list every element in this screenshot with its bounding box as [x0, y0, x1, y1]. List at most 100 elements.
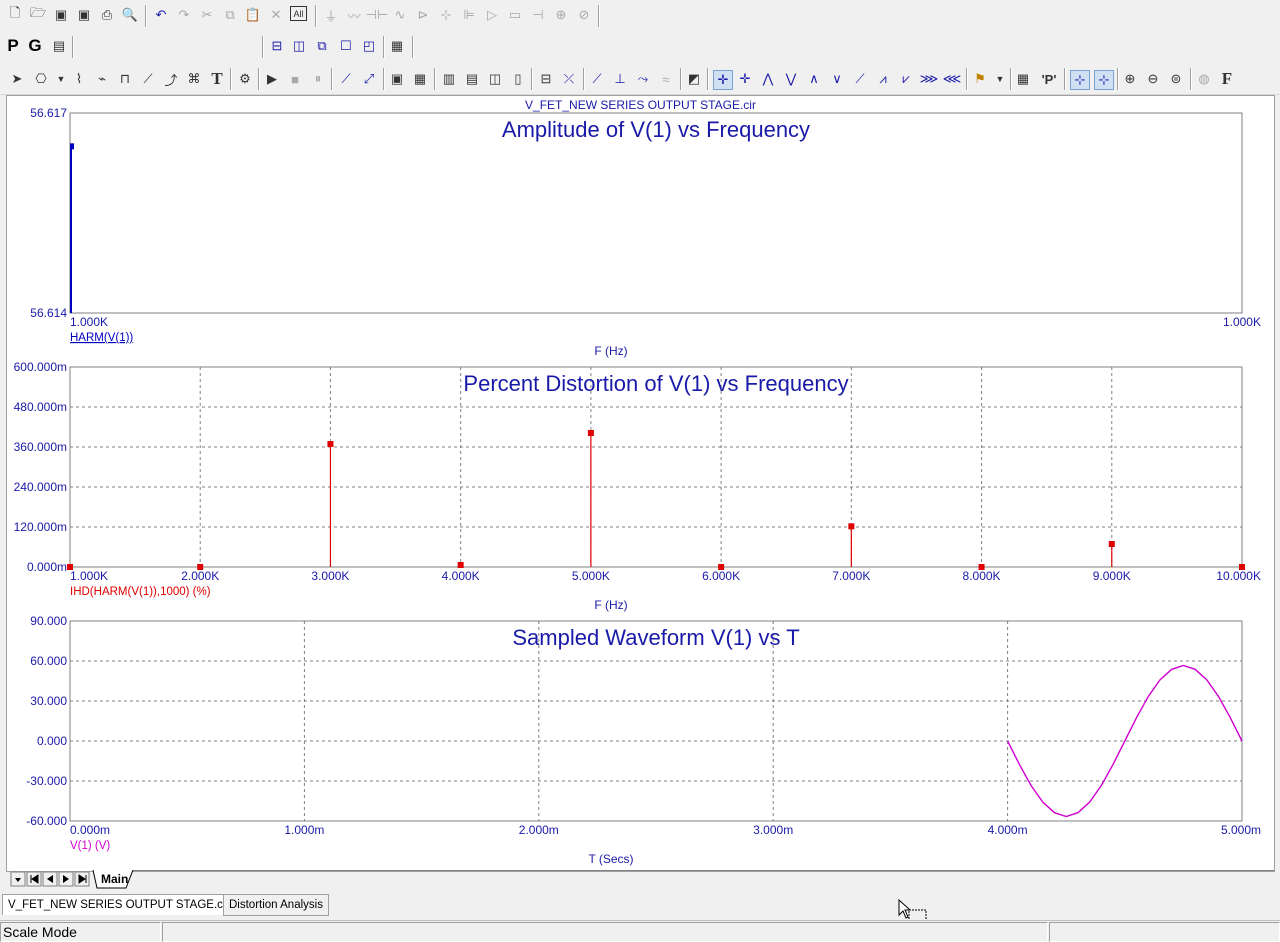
horizontal-grid-icon[interactable]: ▤	[463, 70, 481, 88]
log-scale-icon[interactable]: ⤢	[360, 70, 378, 88]
capacitor-icon[interactable]: ⊣⊢	[366, 6, 389, 24]
mosfet-icon[interactable]: ⊫	[460, 6, 478, 24]
delete-icon[interactable]: ✕	[267, 6, 285, 24]
toolbar-separator	[1190, 68, 1192, 90]
global-high-icon[interactable]: ⩗	[897, 70, 915, 88]
x-tick-label: 1.000K	[1223, 315, 1261, 329]
point-tag-icon[interactable]: 'P'	[1040, 70, 1058, 88]
wire-icon[interactable]: ⌁	[93, 70, 111, 88]
text-tool-icon[interactable]: T	[208, 69, 226, 88]
page-mode-button[interactable]: P	[4, 36, 22, 55]
tab-circuit-file[interactable]: V_FET_NEW SERIES OUTPUT STAGE.cir	[2, 894, 236, 915]
slope-icon[interactable]: ⟋	[851, 70, 869, 88]
tokens-dropdown-icon[interactable]: ▼	[991, 70, 1009, 88]
tab-nav-next-icon[interactable]	[58, 871, 74, 887]
window-icon[interactable]: ☐	[337, 37, 355, 55]
pause-icon[interactable]: ⏸	[309, 70, 327, 88]
save-icon[interactable]: ▣	[52, 6, 70, 24]
plot-properties-icon[interactable]: ⌇	[70, 70, 88, 88]
tokens-icon[interactable]: ⚑	[971, 70, 989, 88]
font-icon[interactable]: F	[1218, 69, 1236, 88]
tile-horizontal-icon[interactable]: ⊟	[268, 37, 286, 55]
resistor-icon[interactable]: 〰	[345, 6, 363, 24]
cascade-icon[interactable]: ⧉	[313, 37, 331, 55]
animate-icon[interactable]: ◩	[685, 70, 703, 88]
next-valley-icon[interactable]: ⋁	[782, 70, 800, 88]
plots-canvas[interactable]: Amplitude of V(1) vs Frequency 56.617 56.6…	[7, 96, 1274, 871]
cursor-left-icon[interactable]: ✛	[713, 70, 733, 90]
paste-icon[interactable]: 📋	[244, 6, 262, 24]
inductor-icon[interactable]: ∿	[391, 6, 409, 24]
new-file-icon[interactable]: 🗋	[6, 5, 24, 24]
x-tick-label: 3.000K	[311, 569, 349, 583]
linear-scale-icon[interactable]: ⟋	[337, 70, 355, 88]
tile-vertical-icon[interactable]: ◫	[290, 37, 308, 55]
properties-icon[interactable]: ⚙	[236, 70, 254, 88]
high-icon[interactable]: ⤳	[634, 70, 652, 88]
open-folder-icon[interactable]: 🗁	[29, 5, 47, 24]
zoom-fit-icon[interactable]: ⊜	[1167, 70, 1185, 88]
y-tick-label: 56.617	[30, 106, 67, 120]
plot-window[interactable]: V_FET_NEW SERIES OUTPUT STAGE.cir Amplit…	[6, 95, 1275, 872]
info-icon[interactable]: ⤴	[162, 70, 180, 88]
text-mode-icon[interactable]: ▤	[50, 37, 68, 55]
print-icon[interactable]: ⎙	[98, 6, 116, 24]
fit-window-icon[interactable]: ▣	[388, 70, 406, 88]
component-mode-icon[interactable]: ⎔	[32, 70, 50, 88]
stop-icon[interactable]: ■	[286, 70, 304, 88]
run-icon[interactable]: ▶	[263, 70, 281, 88]
low-icon[interactable]: ≈	[657, 70, 675, 88]
tab-nav-first-icon[interactable]	[26, 871, 42, 887]
vertical-grid-icon[interactable]: ▥	[440, 70, 458, 88]
next-peak-icon[interactable]: ⋀	[759, 70, 777, 88]
opamp-icon[interactable]: ▷	[483, 6, 501, 24]
inflection-icon[interactable]: ⩘	[874, 70, 892, 88]
save-all-icon[interactable]: ▣	[75, 6, 93, 24]
vertical-tag-icon[interactable]: ⊹	[1094, 70, 1114, 90]
transistor-icon[interactable]: ⊹	[437, 6, 455, 24]
cut-icon[interactable]: ✂	[198, 6, 216, 24]
ground-icon[interactable]: ⏚	[322, 6, 340, 24]
tab-nav-last-icon[interactable]	[74, 871, 90, 887]
battery-icon[interactable]: ⊣	[529, 6, 547, 24]
select-arrow-icon[interactable]: ➤	[8, 70, 26, 88]
x-tick-label: 8.000K	[963, 569, 1001, 583]
tab-nav-dropdown-icon[interactable]	[10, 871, 26, 887]
next-high-icon[interactable]: ∧	[805, 70, 823, 88]
tab-nav-prev-icon[interactable]	[42, 871, 58, 887]
global-low-icon[interactable]: ⋙	[920, 70, 939, 88]
cursor-right-icon[interactable]: ✛	[736, 70, 754, 88]
print-preview-icon[interactable]: 🔍	[121, 6, 139, 24]
top-icon[interactable]: ⋘	[943, 70, 962, 88]
cursor-icon[interactable]: ⤫	[560, 70, 578, 88]
diode-icon[interactable]: ⊳	[414, 6, 432, 24]
zoom-in-icon[interactable]: ⊕	[1121, 70, 1139, 88]
baseline-icon[interactable]: ⊟	[537, 70, 555, 88]
ac-source-icon[interactable]: ⊘	[575, 6, 593, 24]
diagonal-wire-icon[interactable]: ⟋	[139, 70, 157, 88]
bus-icon[interactable]: ⊓	[116, 70, 134, 88]
grid-mode-button[interactable]: G	[26, 36, 44, 55]
source-icon[interactable]: ⊕	[552, 6, 570, 24]
tab-main[interactable]: Main	[101, 872, 128, 886]
grid-icon[interactable]: ▦	[411, 70, 429, 88]
pan-icon[interactable]: ◍	[1195, 70, 1213, 88]
data-table-icon[interactable]: ▦	[1014, 70, 1032, 88]
dropdown-arrow-icon[interactable]: ▼	[52, 70, 70, 88]
horizontal-tag-icon[interactable]: ⊹	[1070, 70, 1090, 90]
column-grid-icon[interactable]: ▯	[509, 70, 527, 88]
subckt-icon[interactable]: ▭	[506, 6, 524, 24]
next-low-icon[interactable]: ∨	[828, 70, 846, 88]
calculator-icon[interactable]: ▦	[388, 37, 406, 55]
help-icon[interactable]: ⌘	[185, 70, 203, 88]
undo-icon[interactable]: ↶	[152, 6, 170, 24]
valley-icon[interactable]: ⊥	[611, 70, 629, 88]
redo-icon[interactable]: ↷	[175, 6, 193, 24]
zoom-out-icon[interactable]: ⊖	[1144, 70, 1162, 88]
select-all-icon[interactable]: All	[290, 6, 307, 21]
copy-icon[interactable]: ⧉	[221, 6, 239, 24]
peak-icon[interactable]: ⟋	[588, 70, 606, 88]
split-window-icon[interactable]: ◰	[360, 37, 378, 55]
tab-distortion-analysis[interactable]: Distortion Analysis	[223, 894, 329, 916]
minor-grid-icon[interactable]: ◫	[486, 70, 504, 88]
